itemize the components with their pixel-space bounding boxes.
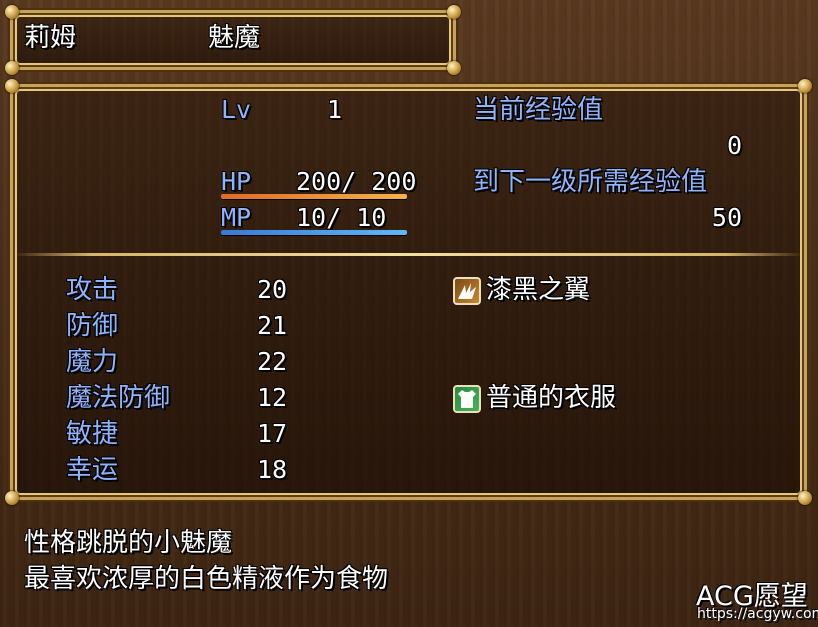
param-label-luck: 幸运 (66, 455, 119, 485)
exp-current-label: 当前经验值 (473, 95, 604, 125)
param-value-luck: 18 (257, 455, 288, 484)
equipment-name-clothes: 普通的衣服 (486, 383, 617, 413)
param-label-attack: 攻击 (66, 275, 119, 305)
param-value-defense: 21 (257, 311, 288, 340)
frame-ornament (5, 5, 19, 19)
param-label-agility: 敏捷 (66, 419, 119, 449)
level-label: Lv (221, 95, 252, 124)
mp-label: MP (221, 203, 252, 232)
equipment-name-wing: 漆黑之翼 (486, 275, 591, 305)
exp-next-label: 到下一级所需经验值 (473, 167, 708, 197)
param-label-magic: 魔力 (66, 347, 119, 377)
actor-name: 莉姆 (24, 23, 77, 53)
mp-gauge (221, 230, 407, 235)
exp-next-value: 50 (711, 203, 742, 232)
level-value: 1 (327, 95, 343, 124)
actor-class: 魅魔 (208, 23, 261, 53)
hp-value: 200/ 200 (296, 167, 417, 196)
section-divider (12, 253, 805, 256)
frame-ornament (5, 61, 19, 75)
status-window (5, 79, 812, 505)
dark-wing-icon (453, 277, 481, 305)
frame-ornament (5, 491, 19, 505)
watermark-url: https://acgyw.com (697, 606, 818, 622)
hp-label: HP (221, 167, 252, 196)
frame-ornament (798, 491, 812, 505)
description-line-2: 最喜欢浓厚的白色精液作为食物 (24, 564, 389, 594)
param-value-magic: 22 (257, 347, 288, 376)
param-value-attack: 20 (257, 275, 288, 304)
clothes-icon (453, 385, 481, 413)
frame-ornament (798, 79, 812, 93)
frame-ornament (447, 61, 461, 75)
param-value-agility: 17 (257, 419, 288, 448)
param-value-magic-defense: 12 (257, 383, 288, 412)
param-label-magic-defense: 魔法防御 (66, 383, 171, 413)
hp-gauge (221, 194, 407, 199)
mp-value: 10/ 10 (296, 203, 387, 232)
frame-ornament (5, 79, 19, 93)
description-line-1: 性格跳脱的小魅魔 (24, 528, 233, 558)
exp-current-value: 0 (726, 131, 742, 160)
frame-ornament (447, 5, 461, 19)
param-label-defense: 防御 (66, 311, 119, 341)
